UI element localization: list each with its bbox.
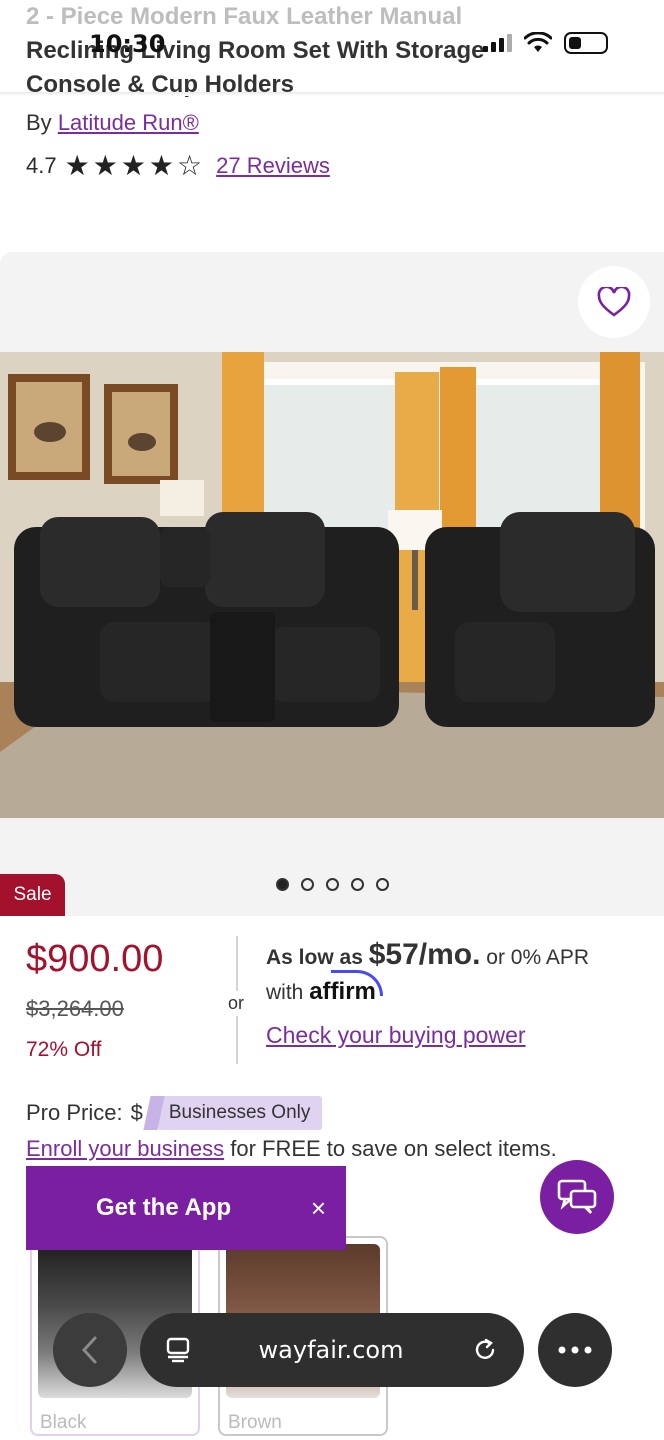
by-label: By (26, 110, 52, 135)
price-section: $900.00 $3,264.00 72% Off or As low as $… (0, 916, 664, 1066)
living-room-photo (0, 352, 664, 818)
carousel-dot[interactable] (375, 878, 389, 891)
apr-label: or 0% APR (486, 946, 590, 969)
with-label: with (266, 981, 304, 1004)
swatch-label: Black (40, 1412, 87, 1433)
get-app-label[interactable]: Get the App (96, 1194, 231, 1222)
get-app-banner[interactable]: Get the App × (26, 1166, 346, 1250)
star-full-icon: ★ (64, 150, 90, 181)
carousel-dot[interactable] (350, 878, 364, 891)
enroll-text: for FREE to save on select items. (230, 1136, 557, 1161)
reader-icon (166, 1337, 190, 1363)
discount-label: 72% Off (26, 1038, 102, 1061)
rating-row: 4.7 ★ ★ ★ ★ ☆ 27 Reviews (26, 152, 330, 180)
pro-price-row: Pro Price: $ Businesses Only (26, 1096, 323, 1130)
title-line-3: Console & Cup Holders (26, 71, 295, 98)
favorite-button[interactable] (578, 266, 650, 338)
original-price: $3,264.00 (26, 996, 124, 1021)
back-button[interactable] (53, 1313, 127, 1387)
product-page: 2 - Piece Modern Faux Leather Manual Rec… (0, 0, 664, 1440)
star-full-icon: ★ (92, 150, 118, 181)
carousel-dot[interactable] (325, 878, 339, 891)
address-bar[interactable]: wayfair.com (140, 1313, 524, 1387)
affirm-logo: affirm (309, 970, 384, 1005)
check-buying-power-link[interactable]: Check your buying power (266, 1018, 589, 1052)
chat-icon (557, 1179, 597, 1214)
title-line-2: Reclining Living Room Set With Storage (26, 37, 485, 64)
ellipsis-icon (558, 1346, 592, 1354)
as-low-as-label: As low as (266, 946, 363, 969)
financing-offer: As low as $57/mo. or 0% APR with affirm … (266, 938, 589, 1052)
chat-button[interactable] (540, 1160, 614, 1234)
heart-icon (597, 287, 631, 317)
rating-value: 4.7 (26, 153, 57, 178)
swatch-label: Brown (228, 1412, 282, 1433)
url-text[interactable]: wayfair.com (259, 1336, 404, 1364)
title-line-1: 2 - Piece Modern Faux Leather Manual (26, 3, 463, 30)
sale-price: $900.00 (26, 938, 164, 980)
product-title: 2 - Piece Modern Faux Leather Manual Rec… (26, 0, 626, 102)
carousel-dot[interactable] (300, 878, 314, 891)
pro-price-value: $ (130, 1100, 143, 1125)
enroll-business-link[interactable]: Enroll your business (26, 1136, 224, 1161)
sale-badge: Sale (0, 874, 65, 916)
businesses-only-badge: Businesses Only (156, 1096, 323, 1130)
product-image (0, 352, 664, 818)
close-icon[interactable]: × (311, 1193, 326, 1224)
carousel-dots[interactable] (0, 878, 664, 891)
reviews-link[interactable]: 27 Reviews (216, 153, 330, 179)
more-options-button[interactable] (538, 1313, 612, 1387)
star-partial-icon: ☆ (177, 150, 203, 181)
star-rating: ★ ★ ★ ★ ☆ (65, 152, 203, 180)
brand-byline: By Latitude Run® (26, 110, 199, 136)
chevron-left-icon (81, 1336, 97, 1364)
header-divider (0, 92, 664, 96)
reload-icon[interactable] (472, 1337, 498, 1363)
or-separator: or (228, 991, 245, 1016)
image-gallery[interactable] (0, 252, 664, 916)
star-full-icon: ★ (120, 150, 146, 181)
browser-toolbar: wayfair.com (0, 1300, 664, 1400)
monthly-price: $57/mo. (368, 938, 481, 971)
star-full-icon: ★ (148, 150, 175, 181)
pro-price-label: Pro Price: (26, 1100, 123, 1125)
brand-link[interactable]: Latitude Run® (58, 110, 199, 135)
carousel-dot[interactable] (275, 878, 289, 891)
enroll-business-row: Enroll your business for FREE to save on… (26, 1136, 557, 1162)
